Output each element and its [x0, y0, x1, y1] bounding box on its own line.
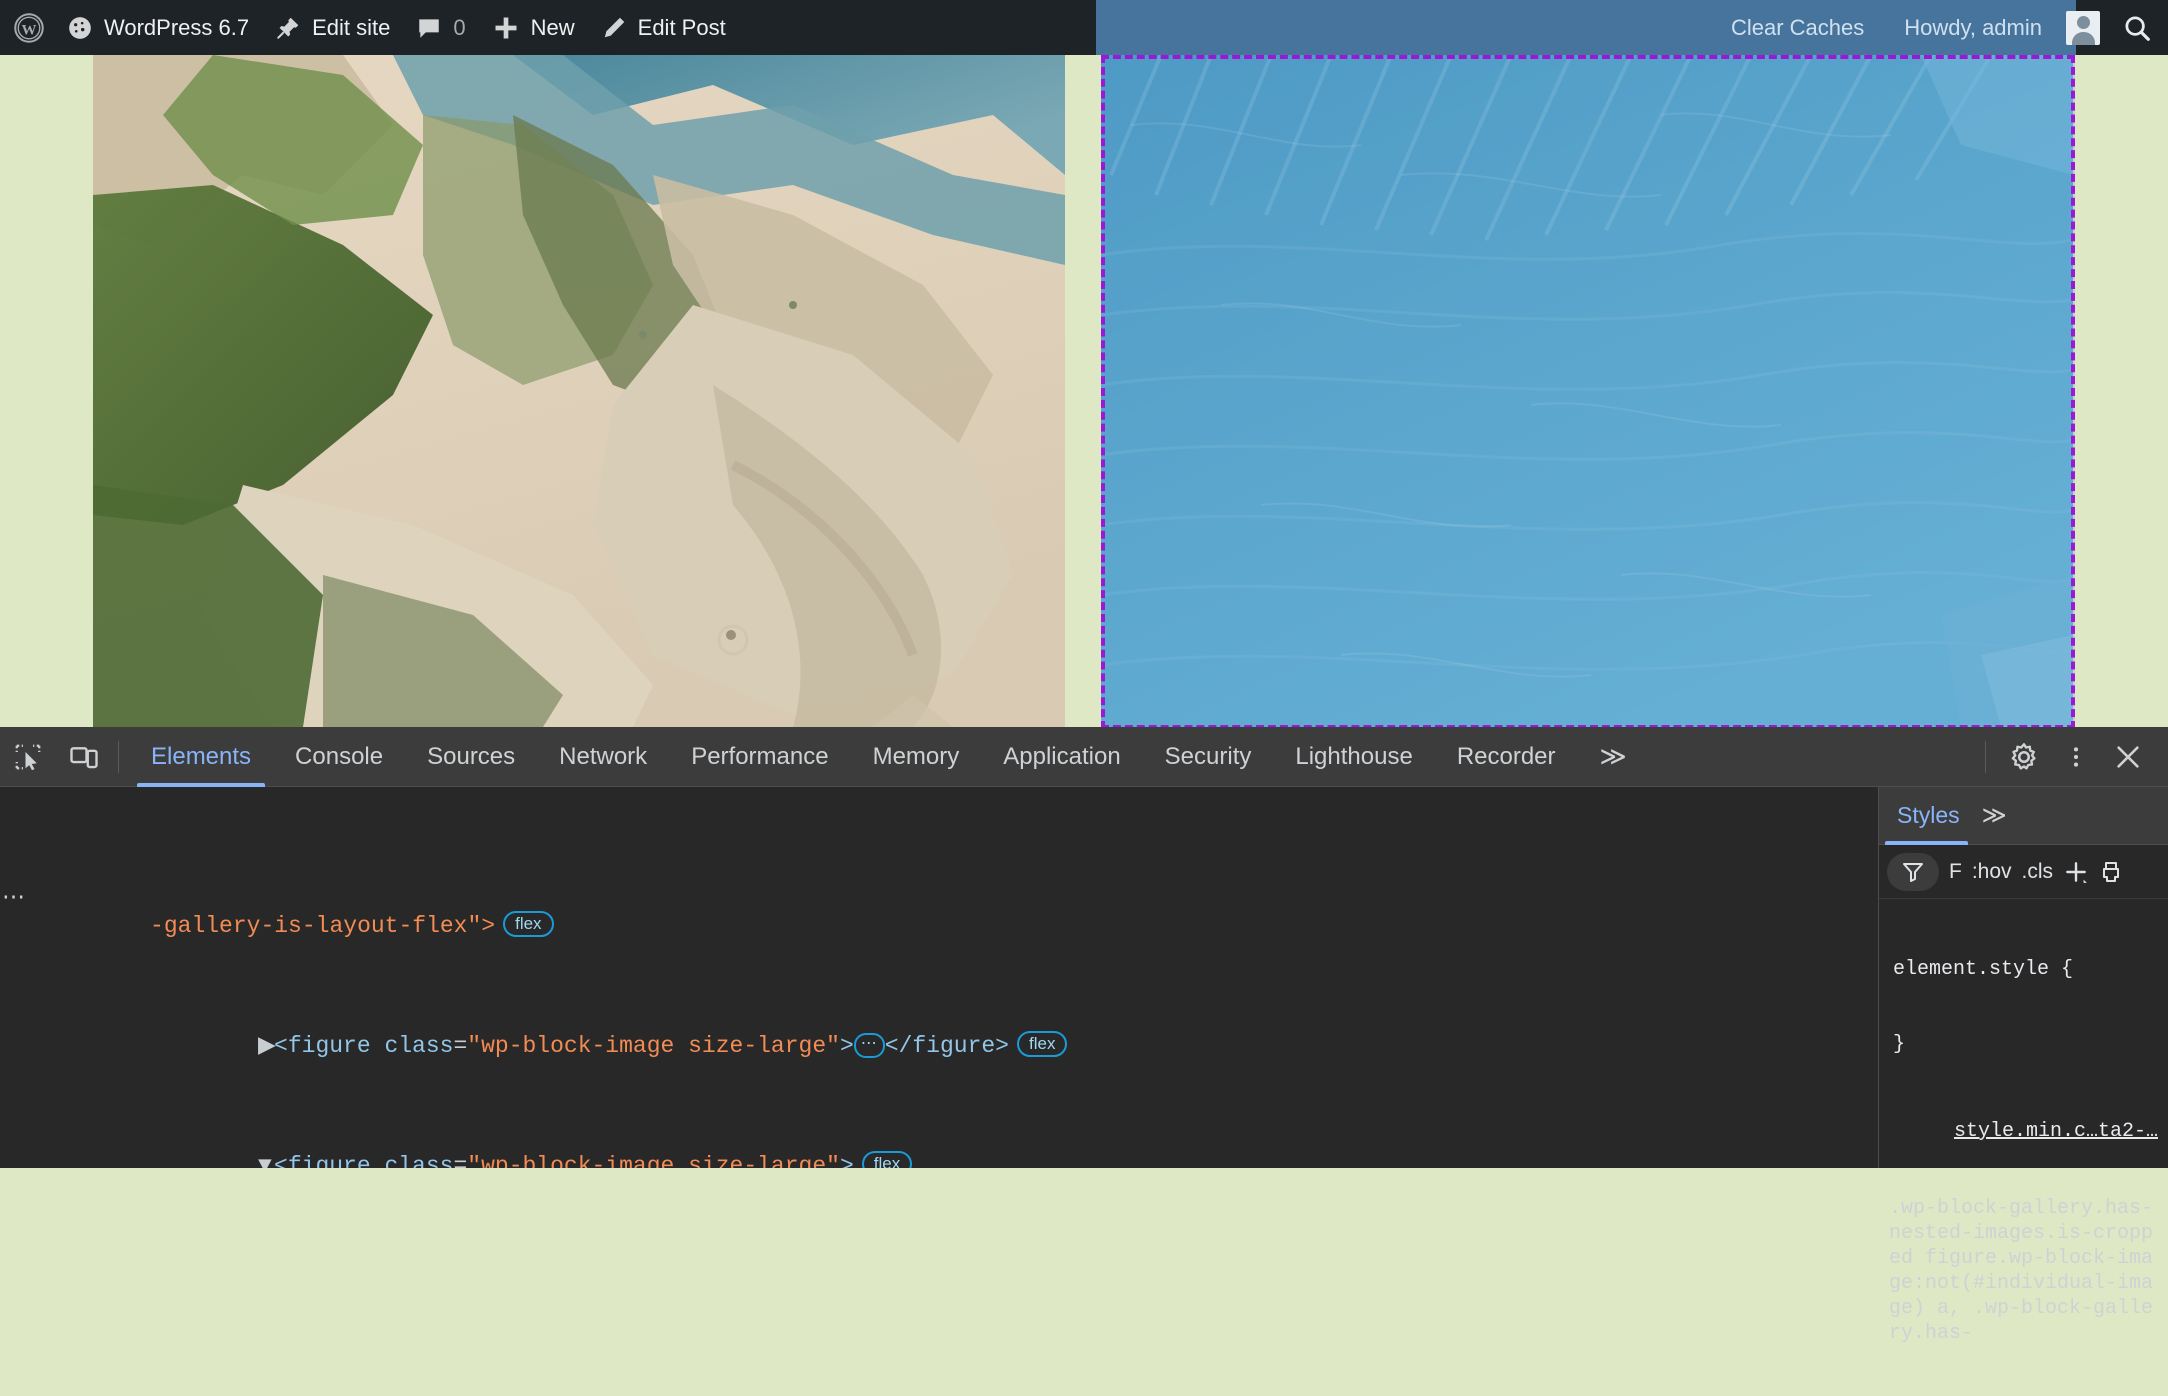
admin-bar-edit-site[interactable]: Edit site [262, 0, 403, 55]
tab-performance-label: Performance [691, 743, 828, 771]
avatar [2066, 11, 2100, 45]
tab-memory-label: Memory [873, 743, 960, 771]
dom-line-gallery-class[interactable]: -gallery-is-layout-flex">flex [0, 881, 1878, 911]
rule-selector[interactable]: .wp-block-gallery.has-nested-images.is-c… [1889, 1196, 2158, 1346]
admin-bar-new-content[interactable]: New [479, 0, 588, 55]
howdy-account-menu[interactable]: Howdy, admin [1884, 15, 2062, 41]
plus-icon [492, 14, 520, 42]
hov-toggle-button[interactable]: :hov [1972, 860, 2012, 884]
gallery-figure-1[interactable] [93, 55, 1065, 727]
gallery-image-beach[interactable] [93, 55, 1065, 727]
tab-elements-label: Elements [151, 743, 251, 771]
admin-bar-comments-count: 0 [453, 15, 465, 41]
dom-line-figure-2[interactable]: ▼<figure class="wp-block-image size-larg… [0, 1121, 1878, 1151]
admin-bar-edit-site-label: Edit site [312, 15, 390, 41]
filter-funnel-icon[interactable] [1887, 853, 1939, 891]
page-viewport [0, 55, 2168, 727]
styles-toolbar: F :hov .cls [1879, 845, 2168, 899]
admin-bar-site-name[interactable]: WordPress 6.7 [54, 0, 262, 55]
gear-icon[interactable] [1998, 727, 2050, 787]
collapsed-children-icon[interactable]: ⋯ [854, 1033, 885, 1058]
tab-recorder-label: Recorder [1457, 743, 1556, 771]
tab-elements[interactable]: Elements [129, 727, 273, 787]
styles-sidebar: Styles ≫ F :hov .cls [1878, 787, 2168, 1168]
gallery-figure-2[interactable] [1101, 55, 2073, 727]
tab-network-label: Network [559, 743, 647, 771]
tab-application[interactable]: Application [981, 727, 1142, 787]
svg-text:W: W [22, 22, 37, 38]
cls-toggle-button[interactable]: .cls [2022, 860, 2054, 884]
tab-sources-label: Sources [427, 743, 515, 771]
devtools-right-tools [1973, 727, 2168, 787]
clear-caches-button[interactable]: Clear Caches [1711, 15, 1884, 41]
rule-source-link[interactable]: style.min.c…ta2-… [1889, 1119, 2158, 1144]
admin-bar-edit-post[interactable]: Edit Post [588, 0, 739, 55]
tab-network[interactable]: Network [537, 727, 669, 787]
avatar-head [2077, 16, 2090, 29]
tab-performance[interactable]: Performance [669, 727, 850, 787]
admin-bar-edit-post-label: Edit Post [638, 15, 726, 41]
pencil-icon [601, 15, 627, 41]
tab-lighthouse[interactable]: Lighthouse [1273, 727, 1434, 787]
admin-bar-new-label: New [531, 15, 575, 41]
admin-bar-site-name-label: WordPress 6.7 [104, 15, 249, 41]
close-icon[interactable] [2102, 727, 2154, 787]
dom-line-0-text: -gallery-is-layout-flex"> [150, 913, 495, 939]
tab-recorder[interactable]: Recorder [1435, 727, 1578, 787]
styles-tabbar: Styles ≫ [1879, 787, 2168, 845]
dom-gutter-ellipsis[interactable]: ⋯ [2, 883, 27, 913]
device-toolbar-icon[interactable] [56, 727, 112, 787]
dom-line-figure-1[interactable]: ▶<figure class="wp-block-image size-larg… [0, 1001, 1878, 1031]
more-tabs-icon[interactable]: ≫ [1578, 727, 1649, 787]
tab-console-label: Console [295, 743, 383, 771]
filter-input-label[interactable]: F [1949, 860, 1962, 884]
styles-rules-list[interactable]: element.style { } style.min.c…ta2-… .wp-… [1879, 899, 2168, 1396]
inspect-element-icon[interactable] [0, 727, 56, 787]
gallery-image-ocean[interactable] [1101, 55, 2073, 727]
styles-more-tabs-icon[interactable]: ≫ [1974, 801, 2015, 830]
flex-badge-2[interactable]: flex [862, 1151, 912, 1168]
devtools-body: -gallery-is-layout-flex">flex ▶<figure c… [0, 787, 2168, 1168]
toolbar-divider [118, 741, 119, 773]
wp-block-gallery [93, 55, 2073, 727]
element-style-rule[interactable]: element.style { [1889, 957, 2158, 982]
tab-application-label: Application [1003, 743, 1120, 771]
devtools-panel: Elements Console Sources Network Perform… [0, 727, 2168, 1168]
flex-badge-0[interactable]: flex [503, 911, 553, 937]
comment-bubble-icon [416, 15, 442, 41]
print-icon[interactable] [2099, 860, 2123, 884]
flex-badge-1[interactable]: flex [1017, 1031, 1067, 1057]
element-style-rule-close: } [1889, 1032, 2158, 1057]
avatar-body [2072, 32, 2095, 45]
pin-icon [275, 15, 301, 41]
expand-arrow-expanded[interactable]: ▼ [258, 1151, 274, 1168]
tab-styles-label: Styles [1897, 802, 1960, 829]
admin-bar-comments[interactable]: 0 [403, 0, 478, 55]
devtools-tabbar: Elements Console Sources Network Perform… [0, 727, 2168, 787]
dom-tree-pane[interactable]: -gallery-is-layout-flex">flex ▶<figure c… [0, 787, 1878, 1168]
kebab-menu-icon[interactable] [2050, 727, 2102, 787]
tab-styles[interactable]: Styles [1879, 787, 1974, 845]
tab-console[interactable]: Console [273, 727, 405, 787]
dom-tree-code: -gallery-is-layout-flex">flex ▶<figure c… [0, 787, 1878, 1168]
admin-bar-wp-logo[interactable]: W [0, 0, 54, 55]
tab-security[interactable]: Security [1143, 727, 1274, 787]
tab-memory[interactable]: Memory [851, 727, 982, 787]
tab-lighthouse-label: Lighthouse [1295, 743, 1412, 771]
plus-icon[interactable] [2063, 859, 2089, 885]
tab-security-label: Security [1165, 743, 1252, 771]
wordpress-logo-icon: W [14, 13, 44, 43]
tab-sources[interactable]: Sources [405, 727, 537, 787]
expand-arrow-collapsed[interactable]: ▶ [258, 1031, 274, 1061]
right-tools-divider [1985, 741, 1986, 773]
dashboard-gauge-icon [67, 15, 93, 41]
search-icon[interactable] [2106, 0, 2168, 55]
admin-bar-right-group: Clear Caches Howdy, admin [1096, 0, 2168, 55]
